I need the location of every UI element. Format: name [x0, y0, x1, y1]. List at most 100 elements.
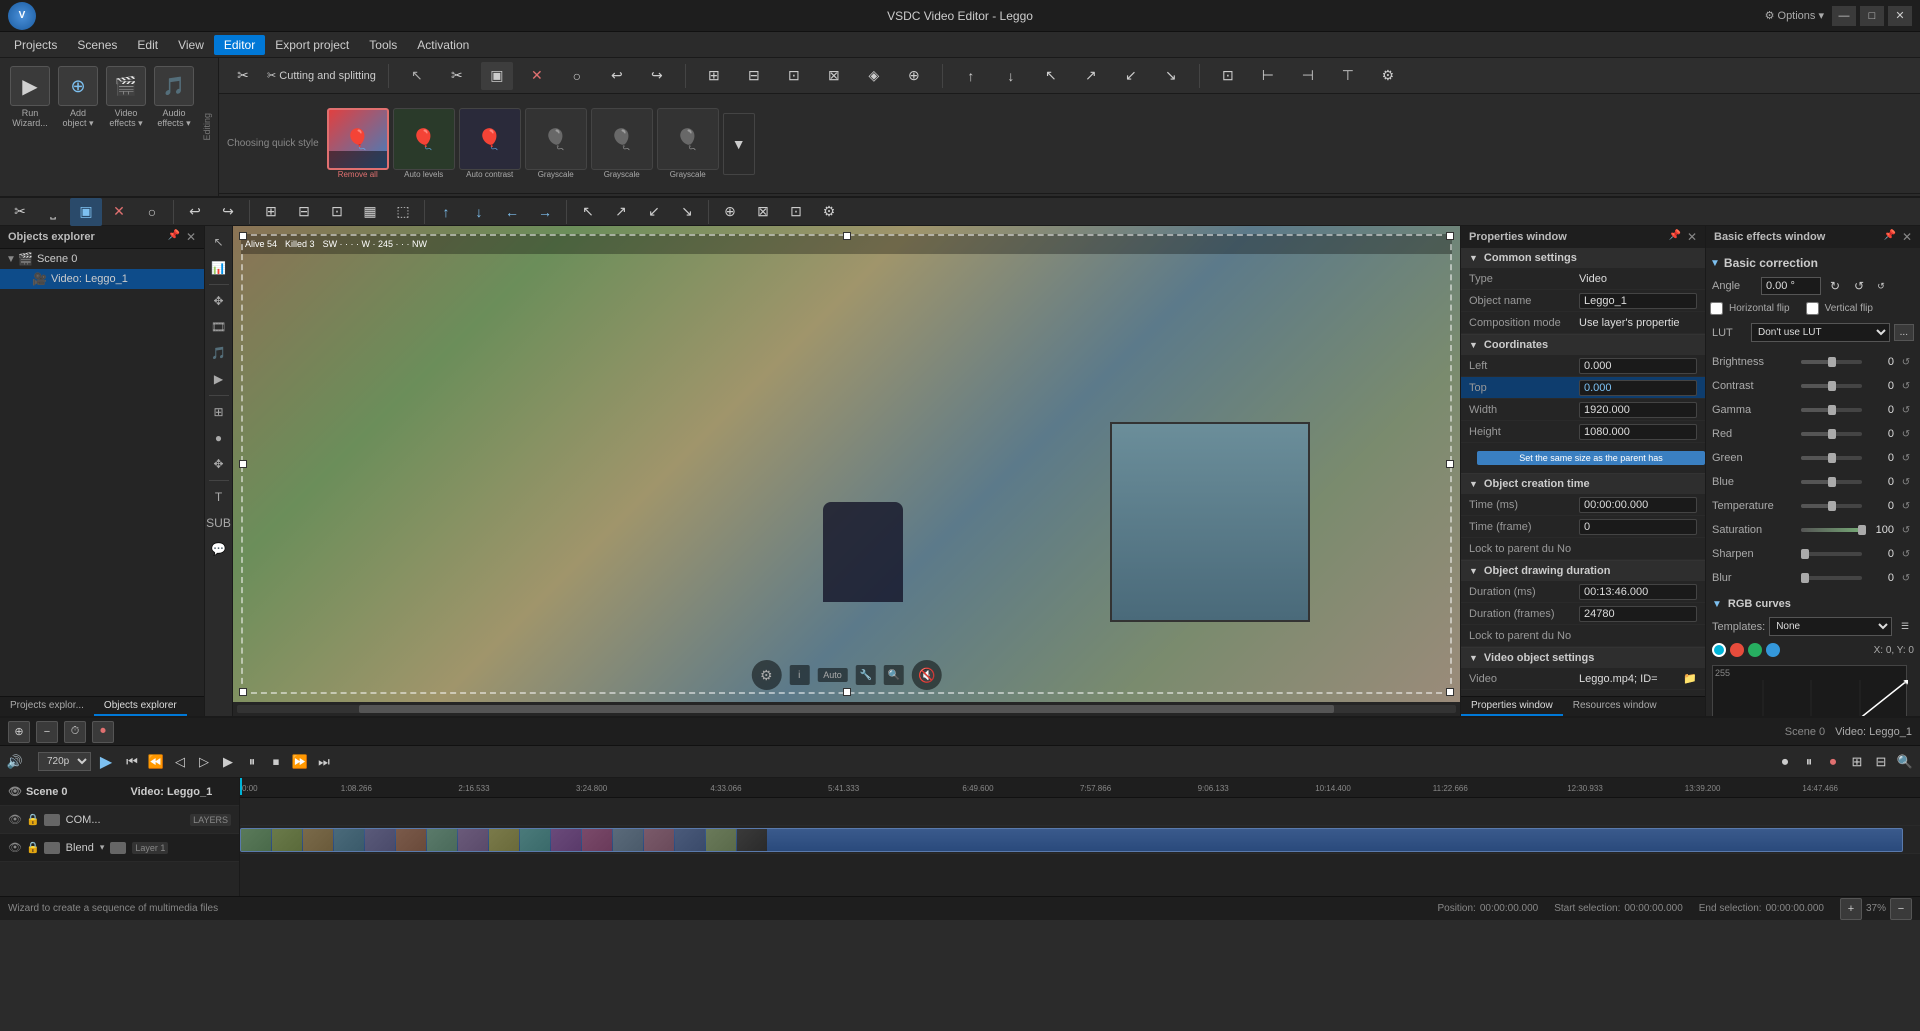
templates-menu-btn[interactable]: ☰ — [1896, 618, 1914, 636]
maximize-button[interactable]: □ — [1860, 6, 1884, 26]
blue-thumb[interactable] — [1828, 477, 1836, 487]
video-clip[interactable] — [240, 828, 1903, 852]
select-tool[interactable]: ↖ — [207, 230, 231, 254]
et-copy[interactable]: ⎵ — [37, 198, 69, 226]
close-button[interactable]: ✕ — [1888, 6, 1912, 26]
pb-next-frame[interactable]: ⏩ — [289, 751, 311, 773]
pb-zoom-in[interactable]: 🔍 — [1894, 751, 1916, 773]
qs-thumb-1[interactable]: 🎈 Auto levels — [393, 108, 455, 179]
tl-lock-1[interactable]: 🔒 — [26, 813, 40, 826]
curves-canvas[interactable]: 255 — [1712, 665, 1907, 716]
duration-frames-value[interactable]: 24780 — [1579, 606, 1697, 622]
et-arrows[interactable]: ⬚ — [387, 198, 419, 226]
brightness-thumb[interactable] — [1828, 357, 1836, 367]
menu-item-export project[interactable]: Export project — [265, 35, 359, 55]
pb-play-sel[interactable]: ▶ — [217, 751, 239, 773]
pb-rec[interactable]: ⏺ — [1822, 751, 1844, 773]
et-grid1[interactable]: ⊞ — [255, 198, 287, 226]
playhead[interactable] — [240, 778, 242, 795]
grid1-btn[interactable]: ⊡ — [1212, 62, 1244, 90]
prop-pin[interactable]: 📌 — [1668, 230, 1680, 244]
video-browse-btn[interactable]: 📁 — [1683, 672, 1697, 685]
add-object-button[interactable]: ⊕ Add object ▾ — [58, 66, 98, 129]
pb-loop[interactable]: ⏺ — [1774, 751, 1796, 773]
green-slider[interactable] — [1801, 456, 1862, 460]
brightness-reset[interactable]: ↺ — [1898, 354, 1914, 370]
tl-eye-1[interactable]: 👁 — [8, 813, 22, 826]
undo-btn[interactable]: ↩ — [601, 62, 633, 90]
move-up-btn[interactable]: ↑ — [955, 62, 987, 90]
align-bl-btn[interactable]: ↙ — [1115, 62, 1147, 90]
tool5[interactable]: ◈ — [858, 62, 890, 90]
qs-thumb-2[interactable]: 🎈 Auto contrast — [459, 108, 521, 179]
et-more3[interactable]: ⊡ — [780, 198, 812, 226]
green-thumb[interactable] — [1828, 453, 1836, 463]
object-name-value[interactable]: Leggo_1 — [1579, 293, 1697, 309]
run-wizard-button[interactable]: ▶ Run Wizard... — [10, 66, 50, 128]
move-tool[interactable]: ✥ — [207, 289, 231, 313]
video-effects-button[interactable]: 🎬 Video effects ▾ — [106, 66, 146, 129]
tool4[interactable]: ⊠ — [818, 62, 850, 90]
contrast-slider[interactable] — [1801, 384, 1862, 388]
color-dot-cyan[interactable] — [1712, 643, 1726, 657]
et-more2[interactable]: ⊠ — [747, 198, 779, 226]
projects-tab[interactable]: Projects explor... — [0, 697, 94, 716]
left-value[interactable]: 0.000 — [1579, 358, 1697, 374]
panel-close[interactable]: ✕ — [186, 230, 196, 244]
menu-item-edit[interactable]: Edit — [127, 35, 168, 55]
sub-tool[interactable]: SUB — [207, 511, 231, 535]
pb-stop[interactable]: ⏹ — [265, 751, 287, 773]
circle-tool[interactable]: ● — [207, 426, 231, 450]
blur-thumb[interactable] — [1801, 573, 1809, 583]
time-ms-value[interactable]: 00:00:00.000 — [1579, 497, 1697, 513]
speech-tool[interactable]: 💬 — [207, 537, 231, 561]
track-area[interactable]: 0:00 1:08.266 2:16.533 3:24.800 4:33.066… — [240, 778, 1920, 896]
effects-pin[interactable]: 📌 — [1883, 230, 1895, 244]
objects-tab[interactable]: Objects explorer — [94, 697, 187, 716]
templates-select[interactable]: None — [1769, 617, 1892, 636]
temperature-reset[interactable]: ↺ — [1898, 498, 1914, 514]
contrast-thumb[interactable] — [1828, 381, 1836, 391]
video-settings-header[interactable]: ▼ Video object settings — [1461, 648, 1705, 668]
et-grid4[interactable]: ▦ — [354, 198, 386, 226]
grid2-btn[interactable]: ⊢ — [1252, 62, 1284, 90]
select-btn[interactable]: ▣ — [481, 62, 513, 90]
prop-tab-properties[interactable]: Properties window — [1461, 697, 1563, 716]
et-settings[interactable]: ⚙ — [813, 198, 845, 226]
text-tool[interactable]: T — [207, 485, 231, 509]
red-thumb[interactable] — [1828, 429, 1836, 439]
blue-slider[interactable] — [1801, 480, 1862, 484]
et-circle[interactable]: ○ — [136, 198, 168, 226]
play-tool[interactable]: ▶ — [207, 367, 231, 391]
sharpen-reset[interactable]: ↺ — [1898, 546, 1914, 562]
align-tr-btn[interactable]: ↗ — [1075, 62, 1107, 90]
et-select[interactable]: ▣ — [70, 198, 102, 226]
grid-tool[interactable]: ⊞ — [207, 400, 231, 424]
common-settings-header[interactable]: ▼ Common settings — [1461, 248, 1705, 268]
tl-eye-all[interactable]: 👁 — [8, 785, 22, 798]
et-down[interactable]: ↓ — [463, 198, 495, 226]
grid3-btn[interactable]: ⊣ — [1292, 62, 1324, 90]
menu-item-scenes[interactable]: Scenes — [67, 35, 127, 55]
duration-ms-value[interactable]: 00:13:46.000 — [1579, 584, 1697, 600]
qs-thumb-5[interactable]: 🎈 Grayscale — [657, 108, 719, 179]
angle-ccw-btn[interactable]: ↺ — [1849, 276, 1869, 296]
music-tool[interactable]: 🎵 — [207, 341, 231, 365]
handle-ml[interactable] — [239, 460, 247, 468]
pb-skip-start[interactable]: ⏮ — [121, 751, 143, 773]
settings-btn[interactable]: ⚙ — [1372, 62, 1404, 90]
et-undo[interactable]: ↩ — [179, 198, 211, 226]
color-dot-blue[interactable] — [1766, 643, 1780, 657]
gamma-slider[interactable] — [1801, 408, 1862, 412]
handle-bl[interactable] — [239, 688, 247, 696]
color-dot-red[interactable] — [1730, 643, 1744, 657]
width-value[interactable]: 1920.000 — [1579, 402, 1697, 418]
sharpen-thumb[interactable] — [1801, 549, 1809, 559]
qs-thumb-0[interactable]: 🎈 Remove all — [327, 108, 389, 179]
color-dot-green[interactable] — [1748, 643, 1762, 657]
time-frame-value[interactable]: 0 — [1579, 519, 1697, 535]
redo-btn[interactable]: ↪ — [641, 62, 673, 90]
grid4-btn[interactable]: ⊤ — [1332, 62, 1364, 90]
et-tl[interactable]: ↖ — [572, 198, 604, 226]
lut-select[interactable]: Don't use LUT — [1751, 323, 1890, 342]
